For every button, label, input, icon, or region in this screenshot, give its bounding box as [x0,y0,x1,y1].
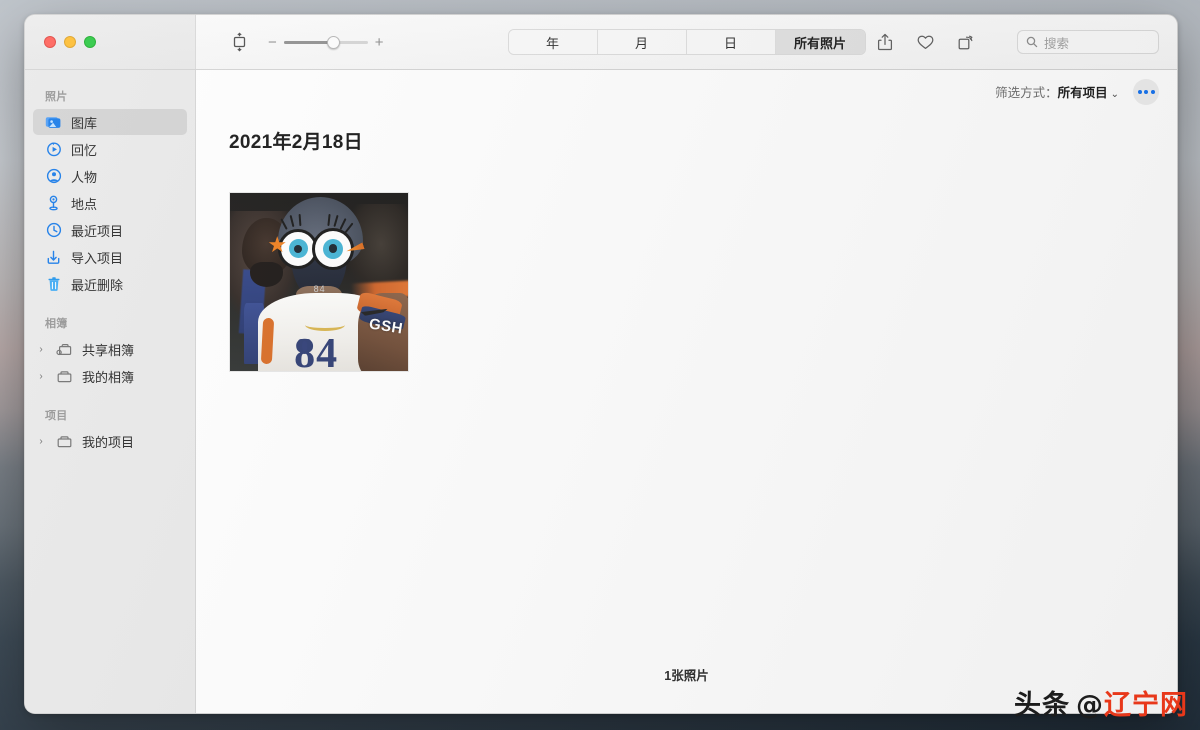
close-button[interactable] [44,36,56,48]
tab-months[interactable]: 月 [598,30,687,54]
sidebar-item-label: 图库 [71,113,97,132]
sidebar-item-imports[interactable]: 导入项目 [33,244,187,270]
watermark-prefix: 头条 [1014,683,1070,722]
chevron-right-icon[interactable]: › [35,344,47,355]
sidebar-item-label: 回忆 [71,140,97,159]
trash-icon [45,276,62,293]
sidebar-item-library[interactable]: 图库 [33,109,187,135]
sidebar-item-recently-deleted[interactable]: 最近删除 [33,271,187,297]
places-pin-icon [45,195,62,212]
aspect-ratio-icon[interactable] [226,32,252,52]
traffic-lights[interactable] [44,36,96,48]
photo-grid: GSH 84 [229,192,1157,372]
toolbar: − + 年 月 日 所有照片 [196,15,1177,69]
sidebar-item-people[interactable]: 人物 [33,163,187,189]
zoom-out-label[interactable]: − [268,35,277,50]
star-sticker: ★ [267,234,289,256]
photos-app-window: − + 年 月 日 所有照片 [24,14,1178,714]
window-body: 照片 图库 [25,70,1177,713]
sidebar-item-my-projects[interactable]: › 我的项目 [33,428,187,454]
chevron-down-icon[interactable]: ⌄ [1111,89,1119,100]
memories-icon [45,141,62,158]
photo-library-icon [45,114,62,131]
tab-all-photos[interactable]: 所有照片 [776,30,865,54]
people-icon [45,168,62,185]
main-content: 筛选方式：所有项目⌄ 2021年2月18日 [196,70,1177,713]
view-mode-segmented-control[interactable]: 年 月 日 所有照片 [508,29,866,55]
imports-icon [45,249,62,266]
vertical-scrollbar[interactable] [1170,113,1175,665]
minimize-button[interactable] [64,36,76,48]
chevron-right-icon[interactable]: › [35,371,47,382]
shared-album-icon [56,341,73,358]
googly-eye-right [312,228,354,270]
sidebar: 照片 图库 [25,70,196,713]
sidebar-item-label: 我的项目 [82,432,134,451]
photo-grid-area: 2021年2月18日 [196,113,1177,665]
share-icon[interactable] [875,31,895,53]
filter-label: 筛选方式： [995,86,1058,100]
sidebar-item-memories[interactable]: 回忆 [33,136,187,162]
slider-thumb[interactable] [327,36,340,49]
sidebar-item-label: 我的相簿 [82,367,134,386]
sidebar-item-recents[interactable]: 最近项目 [33,217,187,243]
dot [1138,90,1142,94]
watermark-at: @ [1076,690,1104,721]
search-placeholder: 搜索 [1044,33,1069,52]
sidebar-item-label: 共享相簿 [82,340,134,359]
watermark: 头条 @ 辽宁网 [1014,683,1188,722]
dot [1144,90,1148,94]
tab-days[interactable]: 日 [687,30,776,54]
toolbar-actions: 搜索 [835,30,1159,54]
jersey-number: 84 [294,330,338,372]
project-folder-icon [56,433,73,450]
dot [1151,90,1155,94]
sidebar-item-label: 最近删除 [71,275,123,294]
sidebar-item-shared-albums[interactable]: › 共享相簿 [33,336,187,362]
watermark-overlay-text: 辽宁网 [1104,683,1188,722]
sidebar-item-label: 地点 [71,194,97,213]
sidebar-item-label: 人物 [71,167,97,186]
more-options-button[interactable] [1133,79,1159,105]
sidebar-item-my-albums[interactable]: › 我的相簿 [33,363,187,389]
maximize-button[interactable] [84,36,96,48]
favorite-heart-icon[interactable] [915,31,935,53]
date-heading: 2021年2月18日 [229,127,1157,154]
sidebar-item-label: 最近项目 [71,221,123,240]
titlebar-left-section [25,15,196,69]
desktop-background: − + 年 月 日 所有照片 [0,0,1200,730]
recents-clock-icon [45,222,62,239]
football-player-googly-eyes: GSH 84 [230,193,408,371]
search-input[interactable]: 搜索 [1017,30,1159,54]
sidebar-section-projects-title: 项目 [25,401,195,427]
filter-bar: 筛选方式：所有项目⌄ [196,70,1177,113]
sidebar-section-albums-title: 相簿 [25,309,195,335]
album-folder-icon [56,368,73,385]
rotate-icon[interactable] [955,31,975,53]
tab-years[interactable]: 年 [509,30,598,54]
zoom-slider-control[interactable]: − + [268,35,384,50]
filter-control[interactable]: 筛选方式：所有项目⌄ [995,82,1119,102]
mouth-marks: 84 [314,284,326,294]
search-icon [1026,36,1038,48]
zoom-in-label[interactable]: + [375,35,384,50]
window-titlebar: − + 年 月 日 所有照片 [25,15,1177,70]
filter-value[interactable]: 所有项目 [1058,86,1108,100]
photo-thumbnail[interactable]: GSH 84 [229,192,409,372]
sidebar-section-photos-title: 照片 [25,82,195,108]
slider-fill [284,41,333,44]
sidebar-item-places[interactable]: 地点 [33,190,187,216]
chevron-right-icon[interactable]: › [35,436,47,447]
zoom-slider[interactable] [284,35,368,49]
sidebar-item-label: 导入项目 [71,248,123,267]
